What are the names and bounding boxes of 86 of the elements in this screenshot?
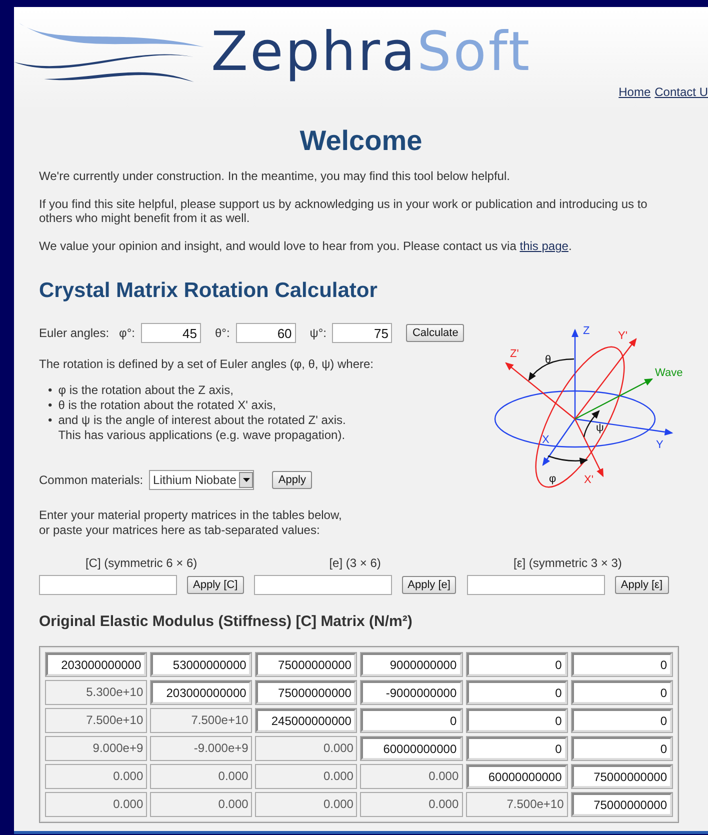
apply-matrix-button[interactable]: Apply [ε]: [614, 576, 669, 594]
paste-input-field[interactable]: [466, 575, 605, 595]
matrix-cell-text: 7.500e+10: [190, 712, 250, 729]
nav-link[interactable]: Contact U: [654, 85, 708, 99]
nav-link[interactable]: Home: [618, 85, 651, 99]
matrix-cell-text: 0.000: [322, 768, 354, 785]
matrix-input-field[interactable]: 75000000000: [256, 653, 356, 676]
matrix-input-field[interactable]: 53000000000: [151, 653, 252, 676]
matrix-input-field[interactable]: 60000000000: [361, 737, 462, 760]
matrix-cell-text: 7.500e+10: [85, 712, 144, 729]
angle-input-field[interactable]: 75: [332, 323, 392, 343]
axis-label: X': [584, 474, 594, 486]
matrix-cell-text: 0.000: [112, 796, 144, 813]
field-label: Euler angles:: [39, 326, 110, 340]
field-label: θ°:: [214, 326, 230, 340]
matrix-cell-text: -9.000e+9: [192, 740, 250, 757]
matrix-input-field[interactable]: 0: [466, 737, 567, 760]
matrix-cell-text: 0.000: [217, 768, 250, 785]
angle-input-field[interactable]: 60: [236, 323, 296, 343]
field-label: [e] (3 × 6): [329, 556, 381, 570]
bullet-mark: •: [48, 413, 52, 428]
caret-icon: [242, 478, 250, 482]
matrix-input-field[interactable]: 75000000000: [572, 793, 672, 816]
matrix-input-field[interactable]: 0: [572, 653, 672, 676]
matrix-cell-text: 0.000: [112, 768, 144, 785]
apply-matrix-button[interactable]: Apply [C]: [187, 576, 244, 594]
axis-label: Z': [510, 348, 519, 360]
section-heading: Crystal Matrix Rotation Calculator: [39, 279, 378, 303]
materials-dropdown[interactable]: Lithium Niobate: [149, 470, 254, 490]
field-label: [C] (symmetric 6 × 6): [85, 556, 198, 570]
matrix-cell-text: 0.000: [322, 740, 354, 757]
description-text: The rotation is defined by a set of Euler angles (φ, θ, ψ) where:: [39, 357, 375, 371]
calculate-button[interactable]: Calculate: [406, 324, 464, 342]
contact-link[interactable]: this page: [520, 239, 568, 253]
matrix-input-field[interactable]: -9000000000: [361, 681, 462, 704]
instruction-text: Enter your material property matrices in the tables below, or paste your matrices here as tab-separated values:: [39, 508, 343, 538]
matrix-input-field[interactable]: 0: [361, 709, 462, 732]
bullet-text: φ is the rotation about the Z axis,: [58, 383, 234, 398]
matrix-cell-text: 0.000: [428, 768, 460, 785]
matrix-input-field[interactable]: 245000000000: [256, 709, 356, 732]
matrix-input-field[interactable]: 9000000000: [361, 653, 462, 676]
axis-label: θ: [545, 354, 552, 366]
paste-input-field[interactable]: [39, 575, 177, 595]
bullet-mark: •: [48, 398, 52, 413]
matrix-cell-text: 0.000: [322, 796, 354, 813]
intro-text: We value your opinion and insight, and would love to hear from you. Please contact us via this page.: [39, 239, 573, 253]
matrix-input-field[interactable]: 0: [572, 681, 672, 704]
apply-matrix-button[interactable]: Apply [e]: [402, 576, 456, 594]
matrix-input-field[interactable]: 75000000000: [572, 765, 672, 788]
matrix-input-field[interactable]: 203000000000: [151, 681, 252, 704]
matrix-input-field[interactable]: 75000000000: [256, 681, 356, 704]
intro-text: If you find this site helpful, please support us by acknowledging us in your work or publication and introducing us to others who might benefit from it as well.: [39, 197, 648, 225]
matrix-input-field[interactable]: 0: [466, 709, 567, 732]
axis-label: Y: [656, 439, 664, 451]
matrix-cell-text: 7.500e+10: [506, 796, 565, 813]
axis-label: Wave: [655, 367, 683, 379]
apply-button[interactable]: Apply: [272, 471, 312, 489]
axis-label: Z: [583, 325, 590, 337]
field-label: ψ°:: [310, 326, 326, 340]
axis-label: φ: [549, 473, 556, 485]
bullet-mark: •: [48, 383, 52, 398]
matrix-input-field[interactable]: 203000000000: [46, 653, 146, 676]
bullet-text: θ is the rotation about the rotated X' axis,: [58, 398, 276, 413]
axis-label: ψ: [596, 422, 604, 434]
matrix-cell-text: 0.000: [428, 796, 460, 813]
field-label: φ°:: [119, 326, 135, 340]
intro-text: We're currently under construction. In the meantime, you may find this tool below helpful.: [39, 169, 511, 183]
matrix-input-field[interactable]: 0: [466, 653, 567, 676]
field-label: [ε] (symmetric 3 × 3): [514, 556, 622, 570]
angle-input-field[interactable]: 45: [140, 323, 201, 343]
matrix-heading: Original Elastic Modulus (Stiffness) [C] Matrix (N/m²): [39, 613, 414, 630]
matrix-input-field[interactable]: 0: [466, 681, 567, 704]
matrix-cell-text: 5.300e+10: [85, 684, 144, 701]
page-heading: Welcome: [298, 125, 424, 157]
matrix-input-field[interactable]: 60000000000: [466, 765, 567, 788]
matrix-input-field[interactable]: 0: [572, 737, 672, 760]
matrix-cell-text: 0.000: [217, 796, 250, 813]
matrix-input-field[interactable]: 0: [572, 709, 672, 732]
axis-label: Y': [618, 330, 628, 342]
field-label: Common materials:: [39, 473, 144, 487]
logo-text: ZephraSoft: [211, 22, 532, 82]
paste-input-field[interactable]: [254, 575, 392, 595]
matrix-cell-text: 9.000e+9: [92, 740, 144, 757]
bullet-text: and ψ is the angle of interest about the rotated Z' axis. This has various applications (e.g. wave propagation).: [58, 413, 346, 443]
waves-logo-icon: [14, 23, 204, 82]
axis-label: X: [542, 434, 550, 446]
